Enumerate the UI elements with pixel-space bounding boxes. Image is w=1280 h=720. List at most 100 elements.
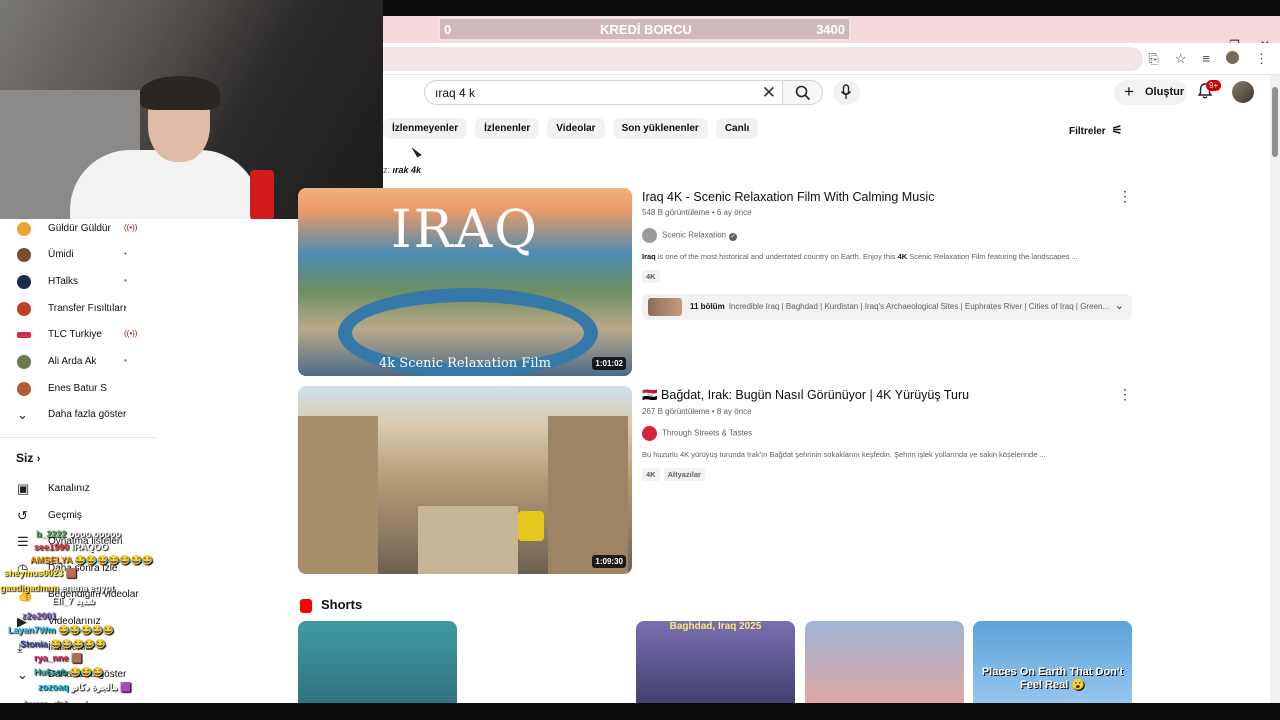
- sidebar-item-oynatma-listeleri[interactable]: ☰ Oynatma listeleri: [0, 532, 155, 556]
- channel-avatar: [17, 275, 31, 289]
- playlist-icon: ☰: [17, 534, 29, 549]
- new-content-dot-icon: •: [124, 249, 127, 258]
- clock-icon: ◷: [17, 561, 29, 576]
- sidebar-item-transfer-fisiltilari[interactable]: Transfer Fısıltıları •: [0, 299, 155, 323]
- chapter-thumbnail: [648, 298, 682, 316]
- channel-name: Through Streets & Tastes: [662, 428, 753, 438]
- chapters-bar[interactable]: 11 bölüm Incredible Iraq | Baghdad | Kurd…: [642, 294, 1132, 320]
- like-icon: 👍: [17, 587, 34, 602]
- search-button[interactable]: [783, 80, 823, 105]
- channel-avatar: [17, 222, 31, 236]
- create-button[interactable]: + Oluştur: [1114, 80, 1187, 105]
- shorts-title: Shorts: [321, 597, 363, 612]
- did-you-mean-term[interactable]: ırak 4k: [393, 165, 422, 175]
- video-title[interactable]: Iraq 4K - Scenic Relaxation Film With Ca…: [642, 190, 1132, 204]
- chip-izlenmeyenler[interactable]: İzlenmeyenler: [383, 118, 468, 139]
- channel-link[interactable]: Scenic Relaxation ✓: [642, 228, 738, 243]
- more-options-icon[interactable]: ⋮: [1118, 188, 1132, 205]
- scrollbar-thumb[interactable]: [1272, 87, 1278, 157]
- plus-icon: +: [1124, 82, 1134, 101]
- sidebar-item-begendigim-videolar[interactable]: 👍 Beğendiğim videolar: [0, 585, 155, 609]
- account-avatar[interactable]: [1232, 81, 1254, 103]
- sidebar-item-guldur-guldur[interactable]: Güldür Güldür ((•)): [0, 219, 155, 243]
- webcam-person-shirt: [70, 150, 260, 219]
- sidebar-item-label: İndirilenler: [48, 642, 95, 653]
- short-title: Baghdad, Iraq 2025: [669, 621, 762, 632]
- sidebar-item-htalks[interactable]: HTalks •: [0, 272, 155, 296]
- search-input[interactable]: ıraq 4 k ✕: [424, 80, 783, 105]
- channel-avatar: [642, 426, 657, 441]
- browser-menu-icon[interactable]: ⋮: [1255, 51, 1268, 67]
- media-icon[interactable]: ≡: [1202, 51, 1210, 67]
- channel-avatar: [17, 302, 31, 316]
- video-thumbnail[interactable]: IRAQ 4k Scenic Relaxation Film 1:01:02: [298, 188, 632, 376]
- sidebar-item-label: Ümidi: [48, 249, 74, 260]
- sidebar-item-label: Ali Arda Ak: [48, 356, 97, 367]
- voice-search-button[interactable]: [833, 80, 860, 105]
- channel-avatar: [17, 355, 31, 369]
- new-content-dot-icon: •: [124, 356, 127, 365]
- sidebar-item-label: HTalks: [48, 276, 79, 287]
- video-meta: Iraq 4K - Scenic Relaxation Film With Ca…: [642, 190, 1132, 320]
- sidebar-show-more[interactable]: ⌄ Daha fazla göster: [0, 405, 155, 429]
- bookmark-star-icon[interactable]: ☆: [1175, 51, 1187, 67]
- live-indicator-icon: ((•)): [124, 329, 138, 338]
- short-card-4[interactable]: Places On Earth That Don't Feel Real 😮: [973, 621, 1132, 711]
- short-card-1[interactable]: [298, 621, 457, 711]
- filters-button[interactable]: Filtreler ⚟: [1069, 123, 1122, 137]
- chevron-down-icon[interactable]: ⌄: [1115, 299, 1124, 312]
- more-options-icon[interactable]: ⋮: [1118, 386, 1132, 403]
- page-scrollbar[interactable]: [1270, 75, 1280, 703]
- chip-canli[interactable]: Canlı: [715, 118, 759, 139]
- verified-check-icon: ✓: [729, 232, 738, 241]
- live-indicator-icon: ((•)): [124, 223, 138, 232]
- short-card-2[interactable]: Baghdad, Iraq 2025: [636, 621, 795, 711]
- install-app-icon[interactable]: ⎘: [1148, 51, 1158, 67]
- sidebar-item-enes-batur[interactable]: Enes Batur S: [0, 379, 155, 403]
- notifications-button[interactable]: 9+: [1196, 80, 1222, 104]
- sidebar-siz-header[interactable]: Siz ›: [16, 451, 40, 465]
- sidebar-item-videolariniz[interactable]: ▶ Videolarınız: [0, 612, 155, 636]
- video-thumbnail[interactable]: 1:09:30: [298, 386, 632, 574]
- channel-link[interactable]: Through Streets & Tastes: [642, 426, 752, 441]
- sidebar-siz-show-more[interactable]: ⌄ Daha fazla göster: [0, 665, 155, 689]
- sidebar-item-label: Videolarınız: [48, 616, 101, 627]
- video-title[interactable]: 🇮🇶 Bağdat, Irak: Bugün Nasıl Görünüyor |…: [642, 388, 1132, 403]
- download-icon: ⤓: [17, 640, 23, 655]
- did-you-mean-prefix: z:: [383, 165, 393, 175]
- chip-videolar[interactable]: Videolar: [547, 118, 605, 139]
- kredi-right-value: 3400: [816, 22, 845, 37]
- sidebar-item-ali-arda-ak[interactable]: Ali Arda Ak •: [0, 352, 155, 376]
- sidebar-item-label: Oynatma listeleri: [48, 536, 123, 547]
- channel-avatar: [17, 382, 31, 396]
- badge-4k: 4K: [642, 270, 660, 283]
- new-content-dot-icon: •: [124, 303, 127, 312]
- thumbnail-building: [298, 416, 378, 574]
- chapters-list: Incredible Iraq | Baghdad | Kurdistan | …: [728, 302, 1110, 311]
- kredi-left-value: 0: [444, 22, 452, 37]
- sidebar-item-gecmis[interactable]: ↺ Geçmiş: [0, 506, 155, 530]
- webcam-overlay: [0, 0, 383, 219]
- video-description: Bu huzurlu 4K yürüyüş turunda Irak'ın Ba…: [642, 450, 1046, 459]
- profile-icon[interactable]: [1226, 51, 1239, 64]
- chip-izlenenler[interactable]: İzlenenler: [475, 118, 540, 139]
- notification-count-badge: 9+: [1206, 80, 1222, 91]
- chip-son-yuklenenler[interactable]: Son yüklenenler: [612, 118, 708, 139]
- sidebar-item-kanaliniz[interactable]: ▣ Kanalınız: [0, 479, 155, 503]
- channel-icon: ▣: [17, 481, 30, 496]
- sidebar-item-label: Kanalınız: [48, 483, 90, 494]
- video-badges: 4K: [642, 270, 660, 283]
- desc-text: is one of the most historical and underr…: [655, 252, 898, 261]
- chevron-down-icon: ⌄: [17, 407, 28, 422]
- sidebar-item-indirilenler[interactable]: ⤓ İndirilenler: [0, 638, 155, 662]
- sidebar-item-umidi[interactable]: Ümidi •: [0, 245, 155, 269]
- short-card-3[interactable]: [805, 621, 964, 711]
- filter-chips: İzlenmeyenler İzlenenler Videolar Son yü…: [383, 118, 759, 139]
- sidebar-item-tlc-turkiye[interactable]: TLC Turkiye ((•)): [0, 325, 155, 349]
- clear-search-icon[interactable]: ✕: [762, 83, 776, 103]
- address-field[interactable]: [383, 47, 1143, 71]
- bottom-black-band: [0, 703, 1280, 720]
- sidebar-item-label: Enes Batur S: [48, 383, 107, 394]
- sidebar-item-daha-sonra-izle[interactable]: ◷ Daha sonra izle: [0, 559, 155, 583]
- chevron-down-icon: ⌄: [17, 667, 28, 682]
